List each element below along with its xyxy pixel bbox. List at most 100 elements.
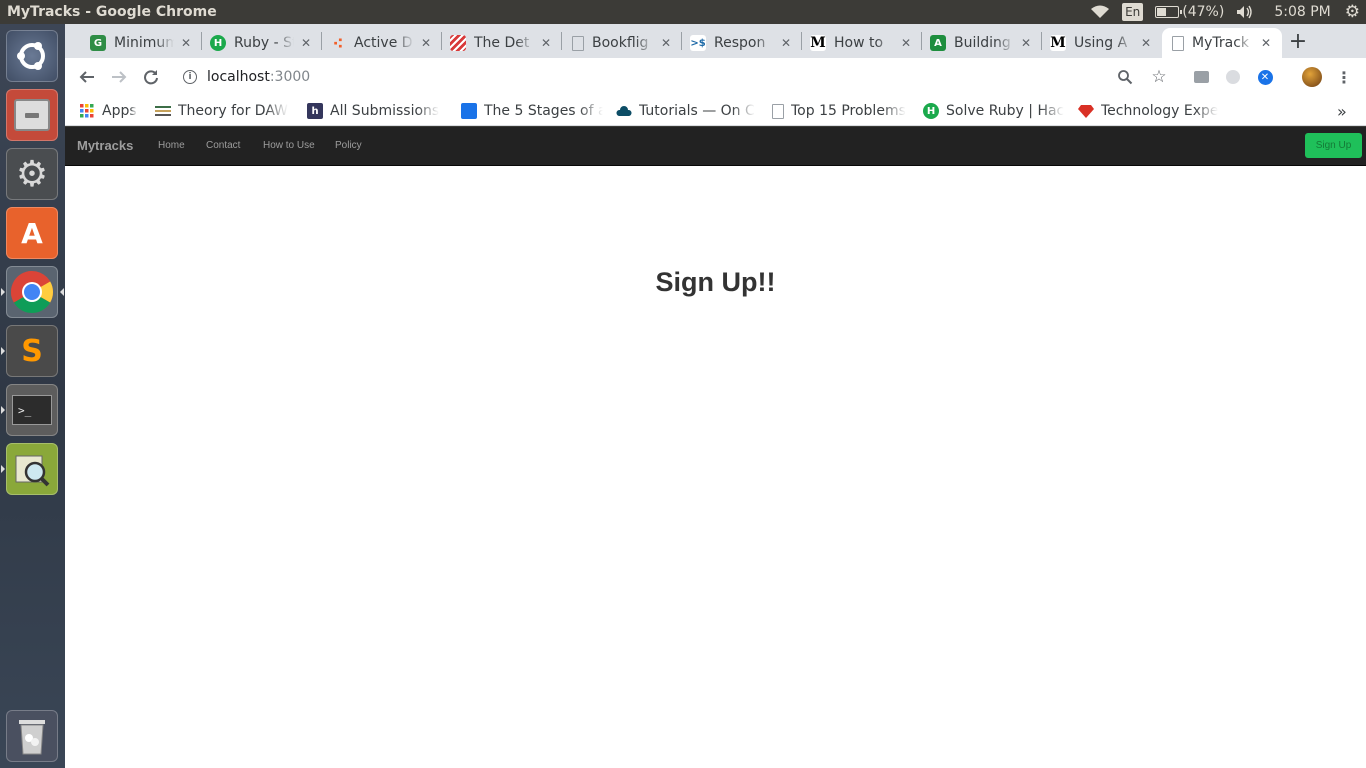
window-title: MyTracks - Google Chrome: [7, 4, 217, 20]
ubuntu-dash-icon[interactable]: [6, 30, 58, 82]
system-monitor-icon[interactable]: [6, 443, 58, 495]
volume-icon[interactable]: [1230, 0, 1260, 24]
terminal-icon: >$: [690, 35, 706, 51]
extension-icon[interactable]: [1221, 65, 1245, 89]
clock[interactable]: 5:08 PM: [1260, 0, 1340, 24]
browser-tab[interactable]: >$ Respon ✕: [682, 28, 802, 58]
bookmark-label: Top 15 Problems: [791, 103, 906, 119]
reload-button[interactable]: [139, 65, 163, 89]
stack-icon: [155, 103, 171, 119]
tab-title: Ruby - St: [234, 35, 294, 51]
tab-close-icon[interactable]: ✕: [178, 36, 194, 50]
bookmark-item[interactable]: Tutorials — On C: [616, 100, 758, 122]
wifi-icon[interactable]: [1084, 0, 1116, 24]
bookmark-item[interactable]: H Solve Ruby | Hac: [923, 100, 1065, 122]
android-icon: A: [930, 35, 946, 51]
page-title: Sign Up!!: [655, 267, 776, 297]
stripes-icon: [450, 35, 466, 51]
new-tab-button[interactable]: +: [1285, 30, 1311, 56]
back-button[interactable]: [75, 65, 99, 89]
sublime-text-icon[interactable]: S: [6, 325, 58, 377]
battery-level: [1157, 8, 1167, 16]
tab-close-icon[interactable]: ✕: [1258, 36, 1274, 50]
document-icon: [572, 35, 584, 51]
extension-icon[interactable]: [1189, 65, 1213, 89]
apps-grid-icon: [79, 103, 95, 119]
system-settings-icon[interactable]: ⚙: [6, 148, 58, 200]
running-indicator: [1, 465, 5, 473]
settings-gear-icon[interactable]: ⚙: [1341, 0, 1366, 24]
top-panel: MyTracks - Google Chrome En (47%) 5:08 P…: [0, 0, 1366, 24]
bookmark-item[interactable]: Apps: [79, 100, 139, 122]
tab-close-icon[interactable]: ✕: [1018, 36, 1034, 50]
tab-close-icon[interactable]: ✕: [538, 36, 554, 50]
tab-close-icon[interactable]: ✕: [778, 36, 794, 50]
url-host: localhost: [207, 69, 270, 85]
bookmark-label: All Submissions: [330, 103, 440, 119]
browser-tab[interactable]: Bookflig ✕: [562, 28, 682, 58]
tab-title: Bookflig: [592, 35, 649, 51]
running-indicator: [1, 406, 5, 414]
medium-icon: M: [810, 35, 826, 51]
bookmark-label: Solve Ruby | Hac: [946, 103, 1065, 119]
site-navbar: Mytracks Home Contact How to Use Policy …: [65, 127, 1366, 166]
browser-tab[interactable]: M Using A ✕: [1042, 28, 1162, 58]
browser-tab[interactable]: The Det ✕: [442, 28, 562, 58]
google-chrome-icon[interactable]: [6, 266, 58, 318]
indicators: En (47%) 5:08 PM ⚙: [1084, 0, 1366, 24]
battery-icon: [1155, 6, 1183, 18]
bookmark-item[interactable]: The 5 Stages of a: [461, 100, 603, 122]
browser-tab[interactable]: G Minimum ✕: [82, 28, 202, 58]
nav-contact[interactable]: Contact: [206, 140, 240, 151]
bookmark-item[interactable]: Theory for DAW: [155, 100, 293, 122]
site-info-icon[interactable]: i: [183, 70, 197, 84]
battery-indicator[interactable]: (47%): [1149, 0, 1230, 24]
sign-up-button[interactable]: Sign Up: [1305, 133, 1362, 158]
tab-title: Minimum: [114, 35, 174, 51]
brand-link[interactable]: Mytracks: [77, 138, 133, 153]
bookmark-item[interactable]: h All Submissions: [307, 100, 447, 122]
tab-title: Using A: [1074, 35, 1128, 51]
profile-avatar[interactable]: [1300, 65, 1324, 89]
trash-icon[interactable]: [6, 710, 58, 762]
bookmark-label: Theory for DAW: [178, 103, 288, 119]
keyboard-layout: En: [1122, 3, 1144, 21]
menu-kebab-icon[interactable]: ⋮: [1332, 65, 1356, 89]
extension-icon[interactable]: ✕: [1253, 65, 1277, 89]
document-icon: [772, 103, 784, 119]
more-bookmarks-button[interactable]: »: [1337, 100, 1351, 122]
bookmark-item[interactable]: Top 15 Problems: [772, 100, 910, 122]
ubuntu-software-icon[interactable]: A: [6, 207, 58, 259]
running-indicator: [1, 347, 5, 355]
terminal-icon[interactable]: >_: [6, 384, 58, 436]
tab-close-icon[interactable]: ✕: [1138, 36, 1154, 50]
bookmark-star-icon[interactable]: ☆: [1147, 65, 1171, 89]
zoom-icon[interactable]: [1113, 65, 1137, 89]
browser-tab[interactable]: A Building ✕: [922, 28, 1042, 58]
tab-close-icon[interactable]: ✕: [418, 36, 434, 50]
tab-close-icon[interactable]: ✕: [898, 36, 914, 50]
cloud-icon: [616, 103, 632, 119]
bookmark-label: The 5 Stages of a: [484, 103, 603, 119]
forward-button[interactable]: [107, 65, 131, 89]
nav-home[interactable]: Home: [158, 140, 185, 151]
browser-tab[interactable]: ⁖ Active D ✕: [322, 28, 442, 58]
tab-close-icon[interactable]: ✕: [658, 36, 674, 50]
running-indicator: [1, 288, 5, 296]
url-port: :3000: [269, 69, 311, 85]
bookmark-item[interactable]: Technology Expe: [1078, 100, 1218, 122]
browser-tab[interactable]: H Ruby - St ✕: [202, 28, 322, 58]
tab-close-icon[interactable]: ✕: [298, 36, 314, 50]
active-icon: ⁖: [332, 33, 344, 53]
bookmarks-bar: » Apps Theory for DAW h All Submissions The …: [65, 96, 1366, 126]
browser-tab[interactable]: M How to ✕: [802, 28, 922, 58]
nav-policy[interactable]: Policy: [335, 140, 362, 151]
files-icon[interactable]: [6, 89, 58, 141]
browser-tab[interactable]: MyTrack ✕: [1162, 28, 1282, 58]
nav-how-to-use[interactable]: How to Use: [263, 140, 315, 151]
battery-percent: (47%): [1182, 4, 1225, 20]
tab-title: How to: [834, 35, 884, 51]
keyboard-indicator[interactable]: En: [1116, 0, 1149, 24]
tab-title: Respon: [714, 35, 766, 51]
browser-toolbar: i localhost:3000 ☆ ✕ ⋮: [65, 58, 1366, 96]
